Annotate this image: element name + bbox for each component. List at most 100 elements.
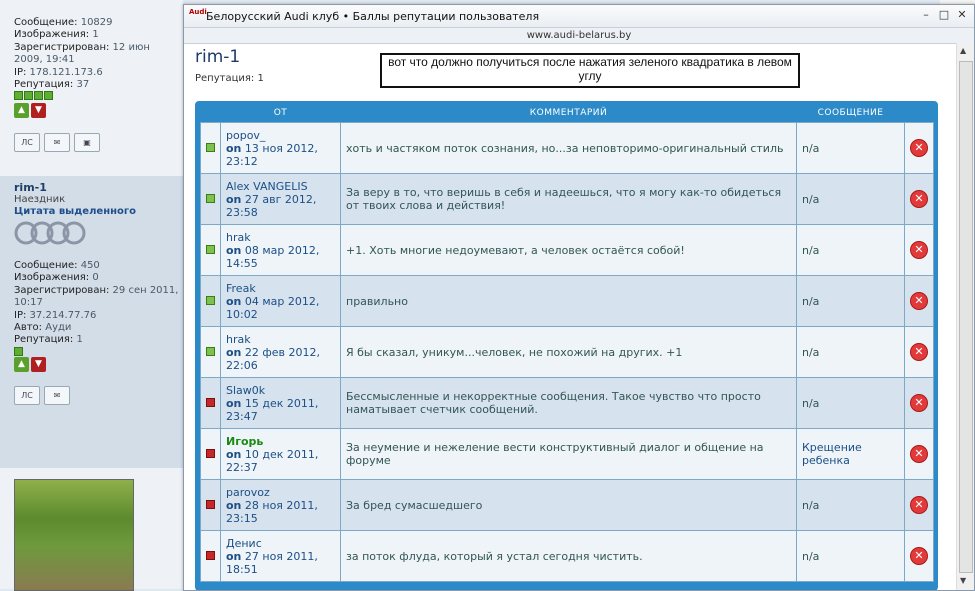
profile-action-buttons: ЛС ✉ — [14, 386, 74, 405]
on-label: on — [226, 345, 242, 359]
message-cell: n/a — [796, 224, 905, 276]
on-label: on — [226, 396, 242, 410]
message-cell: n/a — [796, 530, 905, 582]
delete-icon[interactable]: ✕ — [910, 445, 928, 463]
stat-row: IP: 37.214.77.76 — [14, 309, 97, 321]
pm-button[interactable]: ЛС — [14, 133, 40, 152]
vote-marker-cell — [200, 326, 221, 378]
voter-name-link[interactable]: Alex VANGELIS — [226, 180, 308, 193]
email-icon[interactable]: ✉ — [44, 133, 70, 152]
stat-row: Авто: Ауди — [14, 322, 72, 334]
audi-logo-icon: Audi — [189, 8, 207, 16]
reputation-table: ОТ КОММЕНТАРИЙ СООБЩЕНИЕ popov_ on 13 ноя… — [200, 104, 934, 582]
vote-marker-cell — [200, 377, 221, 429]
from-cell: Slaw0k on 15 дек 2011, 23:47 — [220, 377, 341, 429]
maximize-button[interactable]: □ — [937, 8, 951, 22]
reputation-table-panel: ОТ КОММЕНТАРИЙ СООБЩЕНИЕ popov_ on 13 ноя… — [195, 101, 938, 590]
profile-icon[interactable]: ▣ — [74, 133, 100, 152]
from-cell: parovoz on 28 ноя 2011, 23:15 — [220, 479, 341, 531]
message-cell: n/a — [796, 377, 905, 429]
vote-marker-cell — [200, 530, 221, 582]
scroll-down-arrow-icon[interactable]: ▼ — [960, 576, 966, 585]
vertical-scrollbar[interactable]: ▲ ▼ — [956, 43, 974, 590]
on-label: on — [226, 294, 242, 308]
comment-cell: За неумение и нежеление вести конструкти… — [340, 428, 797, 480]
window-titlebar[interactable]: Audi Белорусский Audi клуб • Баллы репут… — [184, 5, 974, 28]
message-cell[interactable]: Крещение ребенка — [796, 428, 905, 480]
from-cell: Денис on 27 ноя 2011, 18:51 — [220, 530, 341, 582]
on-label: on — [226, 243, 242, 257]
message-cell: n/a — [796, 173, 905, 225]
header-message: СООБЩЕНИЕ — [796, 104, 905, 123]
scroll-up-arrow-icon[interactable]: ▲ — [960, 46, 966, 55]
table-header-row: ОТ КОММЕНТАРИЙ СООБЩЕНИЕ — [200, 104, 934, 123]
close-button[interactable]: ✕ — [955, 8, 969, 22]
vote-marker-cell — [200, 224, 221, 276]
delete-icon[interactable]: ✕ — [910, 547, 928, 565]
thumb-up-icon[interactable]: ▲ — [14, 103, 29, 118]
voter-name-link[interactable]: Slaw0k — [226, 384, 265, 397]
comment-cell: правильно — [340, 275, 797, 327]
from-cell: popov_ on 13 ноя 2012, 23:12 — [220, 122, 341, 174]
popup-content: rim-1 Репутация: 1 вот что должно получи… — [184, 43, 954, 590]
user-avatar-photo — [14, 479, 134, 591]
on-label: on — [226, 549, 242, 563]
comment-cell: хоть и частяком поток сознания, но...за … — [340, 122, 797, 174]
stat-row: Зарегистрирован: 29 сен 2011, 10:17 — [14, 284, 179, 309]
header-marker — [200, 104, 221, 123]
quote-selected-link[interactable]: Цитата выделенного — [14, 206, 136, 217]
voter-name-link[interactable]: hrak — [226, 333, 251, 346]
from-cell: hrak on 22 фев 2012, 22:06 — [220, 326, 341, 378]
email-icon[interactable]: ✉ — [44, 386, 70, 405]
comment-cell: Бессмысленные и некорректные сообщения. … — [340, 377, 797, 429]
forum-sidebar: Сообщение: 10829 Изображения: 1 Зарегист… — [0, 0, 183, 591]
table-row: Alex VANGELIS on 27 авг 2012, 23:58 За вер… — [200, 173, 934, 225]
positive-vote-icon — [206, 295, 215, 305]
delete-icon[interactable]: ✕ — [910, 394, 928, 412]
audi-rings-icon — [14, 221, 86, 245]
voter-name-link[interactable]: Денис — [226, 537, 262, 550]
delete-icon[interactable]: ✕ — [910, 139, 928, 157]
voter-name-link[interactable]: Игорь — [226, 435, 263, 448]
thumb-up-icon[interactable]: ▲ — [14, 357, 29, 372]
profile-action-buttons: ЛС ✉ ▣ — [14, 133, 104, 152]
voter-name-link[interactable]: Freak — [226, 282, 256, 295]
vote-marker-cell — [200, 173, 221, 225]
delete-icon[interactable]: ✕ — [910, 496, 928, 514]
pm-button[interactable]: ЛС — [14, 386, 40, 405]
stat-row: Изображения: 0 — [14, 272, 99, 284]
scrollbar-thumb[interactable] — [959, 61, 973, 573]
delete-icon[interactable]: ✕ — [910, 343, 928, 361]
voter-name-link[interactable]: parovoz — [226, 486, 270, 499]
delete-cell: ✕ — [904, 224, 934, 276]
table-row: Freak on 04 мар 2012, 10:02 правильно n/a ✕ — [200, 275, 934, 327]
delete-icon[interactable]: ✕ — [910, 292, 928, 310]
minimize-button[interactable]: – — [919, 8, 933, 22]
comment-cell: за поток флуда, который я устал сегодня … — [340, 530, 797, 582]
table-row: parovoz on 28 ноя 2011, 23:15 За бред сума… — [200, 479, 934, 531]
post-author-name[interactable]: rim-1 — [14, 181, 47, 194]
thumb-down-icon[interactable]: ▼ — [31, 357, 46, 372]
delete-icon[interactable]: ✕ — [910, 190, 928, 208]
table-row: hrak on 08 мар 2012, 14:55 +1. Хоть многие… — [200, 224, 934, 276]
table-row: Игорь on 10 дек 2011, 22:37 За неумение и … — [200, 428, 934, 480]
header-from: ОТ — [220, 104, 341, 123]
thumb-down-icon[interactable]: ▼ — [31, 103, 46, 118]
url-bar: www.audi-belarus.by — [184, 28, 974, 44]
stat-row: IP: 178.121.173.6 — [14, 66, 103, 78]
positive-vote-icon — [206, 244, 215, 254]
on-label: on — [226, 447, 242, 461]
delete-icon[interactable]: ✕ — [910, 241, 928, 259]
from-cell: Alex VANGELIS on 27 авг 2012, 23:58 — [220, 173, 341, 225]
vote-date: 22 фев 2012, 22:06 — [226, 345, 321, 372]
comment-cell: Я бы сказал, уникум...человек, не похожи… — [340, 326, 797, 378]
voter-name-link[interactable]: hrak — [226, 231, 251, 244]
post-author-rank: Наездник — [14, 194, 66, 205]
reputation-popup-window: Audi Белорусский Audi клуб • Баллы репут… — [183, 4, 975, 591]
message-cell: n/a — [796, 326, 905, 378]
reputation-total: Репутация: 1 — [195, 73, 264, 84]
voter-name-link[interactable]: popov_ — [226, 129, 265, 142]
profile-stats-rim: Сообщение: 450 Изображения: 0 Зарегистри… — [14, 260, 179, 360]
reputation-rows: popov_ on 13 ноя 2012, 23:12 хоть и частяк… — [200, 122, 934, 582]
reputation-vote-buttons: ▲ ▼ — [14, 356, 48, 372]
